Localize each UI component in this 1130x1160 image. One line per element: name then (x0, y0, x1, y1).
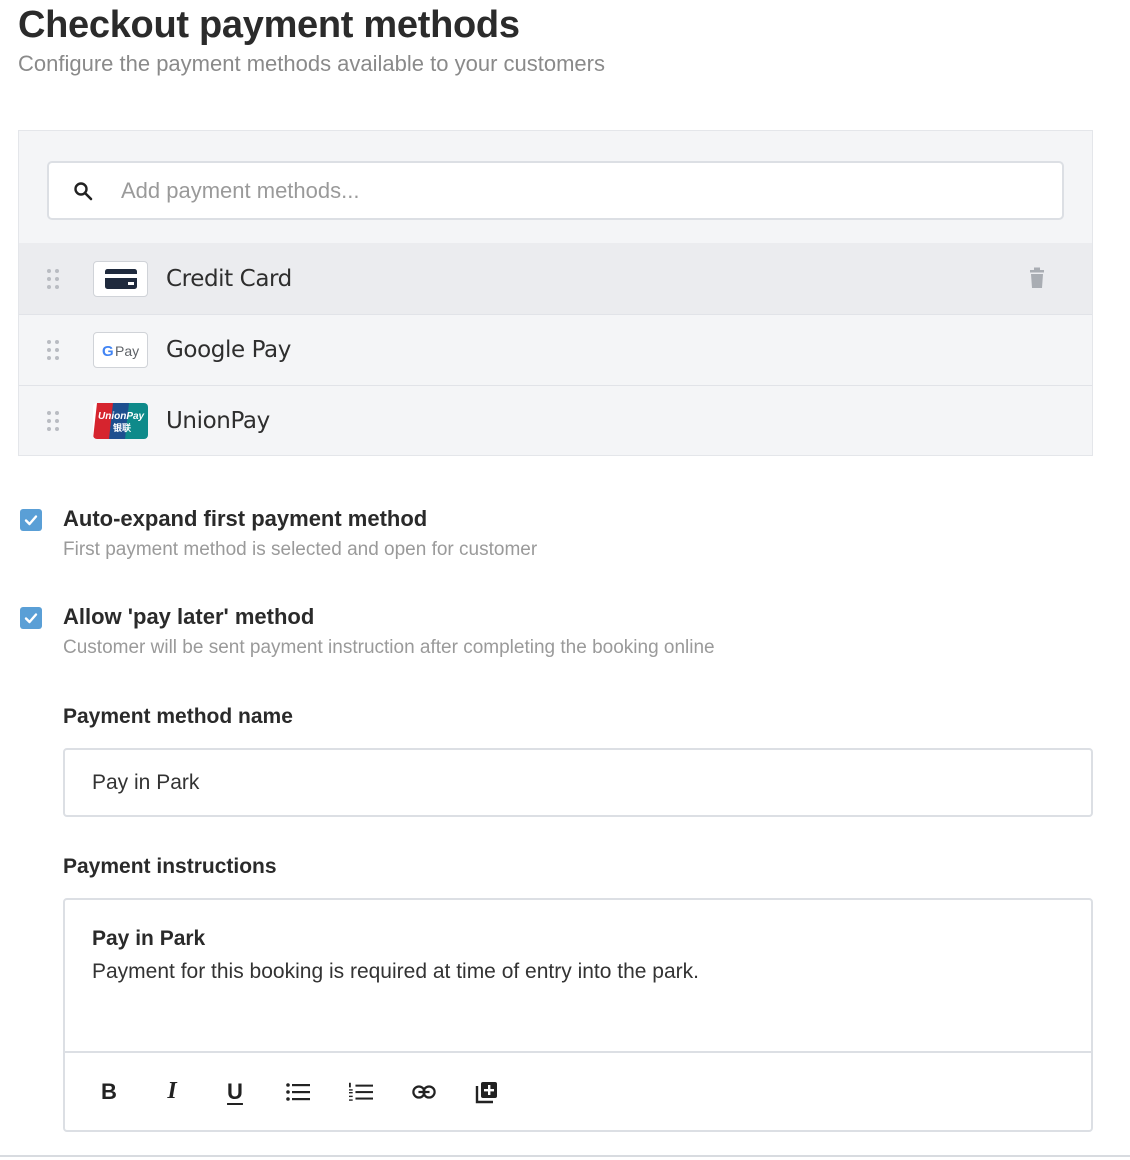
svg-text:Pay: Pay (115, 343, 139, 359)
auto-expand-checkbox[interactable] (20, 509, 42, 531)
trash-icon[interactable] (1028, 267, 1046, 289)
underline-icon[interactable]: U (223, 1079, 247, 1105)
method-label: UnionPay (166, 408, 270, 434)
unionpay-logo-icon: UnionPay 银联 (93, 403, 148, 439)
drag-handle-icon[interactable] (45, 409, 61, 433)
svg-text:银联: 银联 (113, 422, 132, 434)
checkmark-icon (24, 613, 38, 624)
search-icon (73, 181, 93, 201)
pay-later-checkbox[interactable] (20, 607, 42, 629)
page-title: Checkout payment methods (18, 4, 520, 46)
credit-card-logo-icon (93, 260, 148, 297)
numbered-list-icon[interactable] (349, 1079, 373, 1105)
option-description: Customer will be sent payment instructio… (63, 637, 715, 658)
editor-toolbar: B I U (65, 1051, 1091, 1130)
google-pay-logo-icon: G Pay (93, 332, 148, 368)
svg-text:G: G (102, 343, 114, 360)
search-box[interactable] (47, 161, 1064, 220)
drag-handle-icon[interactable] (45, 267, 61, 291)
insert-block-icon[interactable] (475, 1079, 499, 1105)
method-label: Credit Card (166, 265, 292, 292)
section-divider (0, 1155, 1130, 1157)
list-item-unionpay[interactable]: UnionPay 银联 UnionPay (19, 385, 1092, 456)
payment-method-list: Credit Card G Pay Google Pay UnionPay 银联… (19, 243, 1092, 456)
payment-instructions-label: Payment instructions (63, 855, 277, 878)
bulleted-list-icon[interactable] (286, 1079, 310, 1105)
payment-instructions-editor[interactable]: Pay in Park Payment for this booking is … (63, 898, 1093, 1132)
search-input[interactable] (121, 177, 1062, 204)
bold-icon[interactable]: B (97, 1079, 121, 1105)
svg-text:UnionPay: UnionPay (98, 411, 145, 422)
payment-method-name-input[interactable] (92, 770, 1091, 795)
option-title: Allow 'pay later' method (63, 604, 315, 629)
payment-method-name-field[interactable] (63, 748, 1093, 817)
drag-handle-icon[interactable] (45, 338, 61, 362)
list-item-credit-card[interactable]: Credit Card (19, 243, 1092, 314)
editor-heading: Pay in Park (92, 927, 206, 950)
payment-methods-panel: Credit Card G Pay Google Pay (18, 130, 1093, 456)
option-description: First payment method is selected and ope… (63, 539, 538, 560)
checkmark-icon (24, 515, 38, 526)
payment-method-name-label: Payment method name (63, 705, 293, 728)
link-icon[interactable] (412, 1079, 436, 1105)
list-item-google-pay[interactable]: G Pay Google Pay (19, 314, 1092, 385)
editor-content[interactable]: Pay in Park Payment for this booking is … (92, 922, 1071, 1050)
italic-icon[interactable]: I (160, 1078, 184, 1105)
method-label: Google Pay (166, 337, 291, 363)
page-subtitle: Configure the payment methods available … (18, 51, 605, 76)
editor-body: Payment for this booking is required at … (92, 960, 699, 983)
option-title: Auto-expand first payment method (63, 506, 428, 531)
